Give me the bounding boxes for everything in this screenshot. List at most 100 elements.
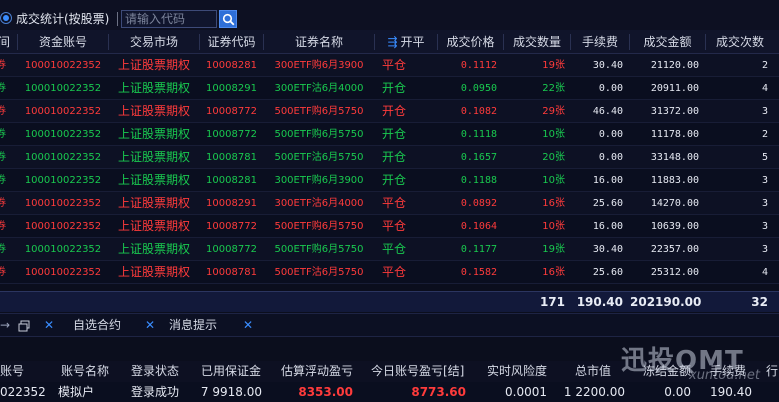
name-cell: 500ETF购6月5750 (274, 129, 364, 140)
acct-fee: 190.40 (710, 385, 752, 399)
fee-cell: 30.40 (592, 60, 623, 71)
price-cell: 0.1118 (460, 129, 497, 140)
side-cell: 券 (0, 106, 6, 117)
side-cell: 券 (0, 198, 6, 209)
qty-cell: 20张 (542, 152, 565, 163)
price-cell: 0.1064 (460, 221, 497, 232)
market-cell: 上证股票期权 (117, 196, 190, 210)
count-cell: 2 (761, 60, 768, 71)
fee-cell: 46.40 (592, 106, 623, 117)
arrow-right-icon[interactable]: → (0, 314, 10, 337)
market-cell: 上证股票期权 (117, 104, 190, 118)
table-row[interactable]: 券 100010022352 上证股票期权 10008291 300ETF沽6月… (0, 192, 779, 215)
restore-window-icon-glyph (18, 320, 30, 331)
price-cell: 0.0892 (460, 198, 497, 209)
acct-col-risk[interactable]: 实时风险度 (487, 361, 557, 382)
open-close-cell: 开仓 (382, 150, 407, 164)
count-cell: 3 (761, 198, 768, 209)
code-cell: 10008781 (206, 267, 257, 278)
table-row[interactable]: 券 100010022352 上证股票期权 10008291 300ETF沽6月… (0, 77, 779, 100)
open-close-cell: 平仓 (382, 242, 407, 256)
table-row[interactable]: 券 100010022352 上证股票期权 10008772 500ETF购6月… (0, 123, 779, 146)
acct-col-name[interactable]: 账号名称 (61, 361, 121, 382)
col-time[interactable]: 间 (0, 30, 14, 54)
col-account[interactable]: 资金账号 (18, 30, 108, 54)
open-close-cell: 平仓 (382, 58, 407, 72)
close-icon[interactable]: ✕ (145, 314, 155, 337)
col-fee[interactable]: 手续费 (571, 30, 629, 54)
side-cell: 券 (0, 267, 6, 278)
tab-messages[interactable]: 消息提示 (169, 314, 217, 337)
side-cell: 券 (0, 244, 6, 255)
total-qty: 171 (539, 295, 565, 309)
col-qty[interactable]: 成交数量 (504, 30, 570, 54)
account-row[interactable]: 022352 模拟户 登录成功 7 9918.00 8353.00 8773.6… (0, 382, 779, 402)
code-cell: 10008281 (206, 175, 257, 186)
col-amount[interactable]: 成交金额 (630, 30, 705, 54)
col-name[interactable]: 证券名称 (264, 30, 374, 54)
code-cell: 10008772 (206, 244, 257, 255)
count-cell: 4 (761, 83, 768, 94)
col-price[interactable]: 成交价格 (438, 30, 503, 54)
restore-window-icon[interactable] (18, 314, 30, 337)
table-row[interactable]: 券 100010022352 上证股票期权 10008281 300ETF购6月… (0, 169, 779, 192)
search-button[interactable] (219, 10, 237, 28)
account-cell: 100010022352 (24, 221, 102, 232)
side-cell: 券 (0, 221, 6, 232)
name-cell: 500ETF购6月5750 (274, 106, 364, 117)
col-code[interactable]: 证券代码 (200, 30, 263, 54)
amount-cell: 20911.00 (650, 83, 699, 94)
amount-cell: 11178.00 (650, 129, 699, 140)
acct-col-market-value[interactable]: 总市值 (575, 361, 625, 382)
table-row[interactable]: 券 100010022352 上证股票期权 10008281 300ETF购6月… (0, 54, 779, 77)
tab-watchlist[interactable]: 自选合约 (73, 314, 121, 337)
total-amount: 202190.00 (630, 295, 702, 309)
total-fee: 190.40 (576, 295, 623, 309)
acct-frozen: 0.00 (664, 385, 691, 399)
acct-col-float-pnl[interactable]: 估算浮动盈亏 (281, 361, 361, 382)
brand-watermark-url: xuntou.net (689, 368, 760, 383)
acct-float-pnl: 8353.00 (298, 385, 353, 399)
acct-col-today-pnl[interactable]: 今日账号盈亏[结] (371, 361, 471, 382)
table-row[interactable]: 券 100010022352 上证股票期权 10008781 500ETF沽6月… (0, 146, 779, 169)
table-row[interactable]: 券 100010022352 上证股票期权 10008781 500ETF沽6月… (0, 261, 779, 284)
account-cell: 100010022352 (24, 129, 102, 140)
fee-cell: 0.00 (598, 129, 623, 140)
open-close-cell: 平仓 (382, 219, 407, 233)
col-market[interactable]: 交易市场 (109, 30, 199, 54)
open-close-cell: 开仓 (382, 173, 407, 187)
col-open-close[interactable]: ⇶ 开平 (375, 30, 437, 54)
close-icon[interactable]: ✕ (243, 314, 253, 337)
account-cell: 100010022352 (24, 152, 102, 163)
market-cell: 上证股票期权 (117, 58, 190, 72)
side-cell: 券 (0, 129, 6, 140)
acct-today-pnl: 8773.60 (411, 385, 466, 399)
acct-margin: 7 9918.00 (200, 385, 262, 399)
code-cell: 10008772 (206, 106, 257, 117)
qty-cell: 19张 (542, 244, 565, 255)
market-cell: 上证股票期权 (117, 242, 190, 256)
price-cell: 0.1082 (460, 106, 497, 117)
col-count[interactable]: 成交次数 (706, 30, 774, 54)
close-icon[interactable]: ✕ (44, 314, 54, 337)
account-cell: 100010022352 (24, 198, 102, 209)
name-cell: 500ETF沽6月5750 (274, 152, 364, 163)
acct-col-account[interactable]: 账号 (0, 361, 28, 382)
acct-col-margin[interactable]: 已用保证金 (201, 361, 271, 382)
name-cell: 300ETF购6月3900 (274, 175, 364, 186)
table-row[interactable]: 券 100010022352 上证股票期权 10008772 500ETF购6月… (0, 215, 779, 238)
amount-cell: 33148.00 (650, 152, 699, 163)
acct-col-status[interactable]: 登录状态 (131, 361, 191, 382)
stat-mode-radio[interactable] (0, 12, 12, 24)
name-cell: 300ETF沽6月4000 (274, 83, 364, 94)
table-row[interactable]: 券 100010022352 上证股票期权 10008772 500ETF购6月… (0, 100, 779, 123)
fee-cell: 0.00 (598, 83, 623, 94)
code-search-input[interactable] (121, 10, 217, 28)
table-row[interactable]: 券 100010022352 上证股票期权 10008772 500ETF购6月… (0, 238, 779, 261)
acct-risk: 0.0001 (505, 385, 547, 399)
fee-cell: 0.00 (598, 152, 623, 163)
acct-col-more[interactable]: 行 (766, 361, 779, 382)
account-cell: 100010022352 (24, 83, 102, 94)
open-close-cell: 平仓 (382, 196, 407, 210)
sort-filter-icon[interactable]: ⇶ (387, 30, 397, 54)
